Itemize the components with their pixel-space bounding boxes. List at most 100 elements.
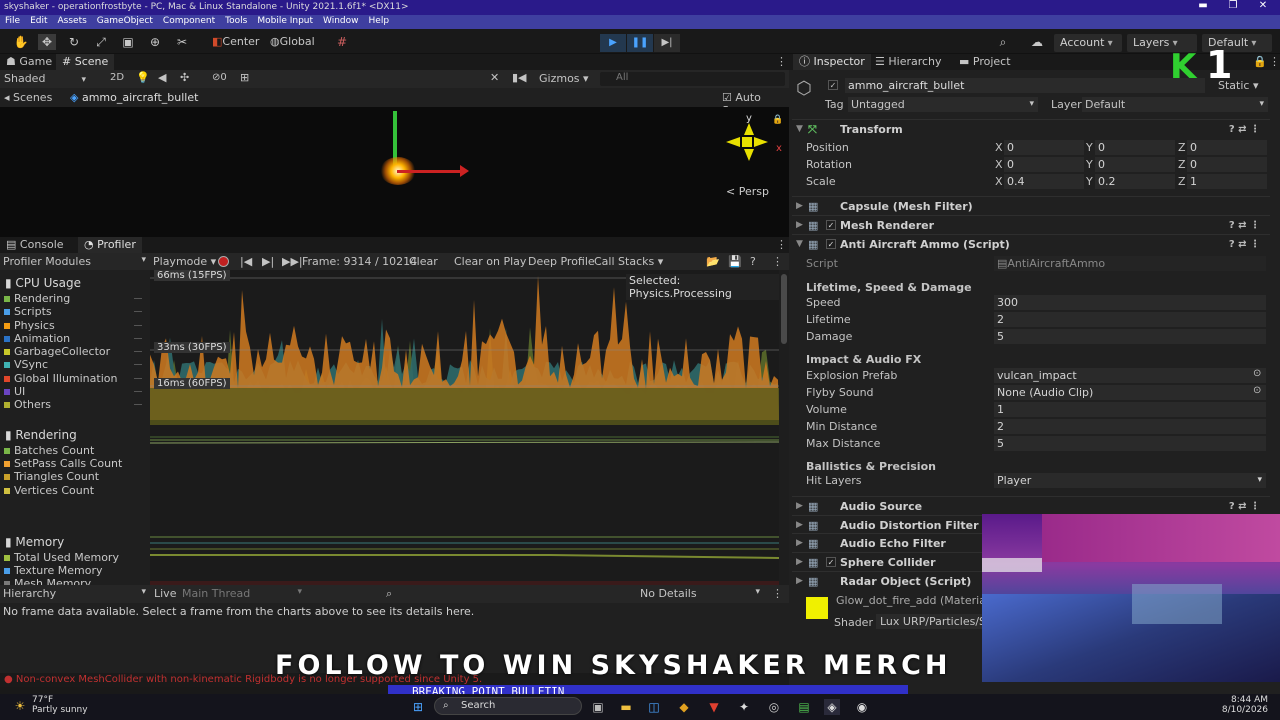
current-frame-icon[interactable]: ▶▶| [282, 255, 303, 268]
profiler-modules-dropdown[interactable]: Profiler Modules ▾ [3, 255, 148, 268]
expand-arrow-icon[interactable]: ▼ [796, 235, 803, 254]
app-icon-1[interactable]: ◆ [676, 699, 692, 715]
play-button[interactable]: ▶ [600, 34, 626, 52]
category-toggle[interactable] [134, 324, 142, 326]
gizmos-dropdown[interactable]: Gizmos ▾ [539, 72, 589, 85]
tab-console[interactable]: ▤ Console [0, 237, 70, 253]
menu-tools[interactable]: Tools [220, 15, 252, 29]
material-name[interactable]: Glow_dot_fire_add (Material) [836, 594, 993, 607]
step-button[interactable]: ▶| [654, 34, 680, 52]
deep-profile-button[interactable]: Deep Profile [528, 255, 595, 268]
rendering-category-item[interactable]: Vertices Count [0, 484, 150, 497]
gizmo-neg-y-cone-icon[interactable] [744, 149, 754, 161]
account-dropdown[interactable]: Account [1054, 34, 1122, 52]
transform-y-field[interactable]: 0 [1095, 140, 1175, 155]
object-picker-icon[interactable]: ⊙ [1253, 385, 1261, 396]
help-icon[interactable]: ? [750, 255, 756, 268]
static-dropdown[interactable]: Static ▾ [1218, 79, 1258, 92]
expand-arrow-icon[interactable]: ▶ [796, 553, 803, 572]
cloud-icon[interactable]: ☁ [1028, 34, 1046, 50]
field-value[interactable]: 300 [994, 295, 1266, 310]
inspector-menu-icon[interactable]: ⋮ [1263, 54, 1280, 70]
tab-game[interactable]: ☗ Game [0, 54, 58, 70]
tools-icon[interactable]: ✕ [490, 71, 499, 84]
rendering-title[interactable]: ▮ Rendering [0, 426, 150, 444]
scene-search-input[interactable]: All [600, 72, 785, 86]
lighting-icon[interactable]: 💡 [136, 71, 150, 84]
clock-date[interactable]: 8/10/2026 [1210, 705, 1268, 715]
component-controls-icon[interactable]: ? ⇄ ⋮ [1229, 120, 1260, 139]
cpu-category-item[interactable]: UI [0, 385, 150, 398]
view-dropdown[interactable]: Hierarchy ▾ [3, 587, 148, 600]
transform-y-field[interactable]: 0 [1095, 157, 1175, 172]
cpu-category-item[interactable]: GarbageCollector [0, 345, 150, 358]
hierarchy-search-icon[interactable]: ⌕ [386, 587, 392, 601]
category-toggle[interactable] [134, 311, 142, 313]
custom-tool-icon[interactable]: ✂ [173, 34, 191, 50]
component-row[interactable]: ▶ ▦ Audio Source? ⇄ ⋮ [792, 496, 1270, 515]
call-stacks-dropdown[interactable]: Call Stacks ▾ [594, 255, 663, 268]
minimize-button[interactable]: ▬ [1188, 0, 1218, 15]
transform-x-field[interactable]: 0.4 [1004, 174, 1084, 189]
tab-profiler[interactable]: ◔ Profiler [78, 237, 142, 253]
cpu-category-item[interactable]: Global Illumination [0, 372, 150, 385]
category-toggle[interactable] [134, 391, 142, 393]
persp-toggle[interactable]: < Persp [726, 185, 769, 198]
component-enabled-checkbox[interactable]: ✓ [826, 557, 836, 567]
object-name-field[interactable]: ammo_aircraft_bullet [845, 78, 1205, 93]
record-icon[interactable] [218, 256, 229, 267]
hand-tool-icon[interactable]: ✋ [12, 34, 30, 50]
field-value[interactable]: None (Audio Clip) [994, 385, 1266, 400]
scale-tool-icon[interactable]: ⤢ [92, 34, 110, 50]
object-picker-icon[interactable]: ⊙ [1253, 368, 1261, 379]
rendering-memory-charts[interactable] [150, 425, 779, 585]
rotate-tool-icon[interactable]: ↻ [65, 34, 83, 50]
category-toggle[interactable] [134, 298, 142, 299]
field-value[interactable]: 2 [994, 312, 1266, 327]
gizmo-neg-x-cone-icon[interactable] [726, 137, 740, 147]
next-frame-icon[interactable]: ▶| [262, 255, 274, 268]
cpu-category-item[interactable]: Animation [0, 332, 150, 345]
transform-z-field[interactable]: 0 [1187, 140, 1267, 155]
camera-icon[interactable]: ▮◀ [512, 71, 527, 84]
expand-arrow-icon[interactable]: ▶ [796, 197, 803, 216]
gizmo-y-cone-icon[interactable] [744, 123, 754, 135]
rendering-category-item[interactable]: Triangles Count [0, 470, 150, 483]
editor-icon[interactable]: ▤ [796, 699, 812, 715]
category-toggle[interactable] [134, 351, 142, 353]
first-frame-icon[interactable]: |◀ [240, 255, 252, 268]
toggle-2d-button[interactable]: 2D [110, 72, 124, 83]
orientation-gizmo[interactable]: y x 🔒 [724, 113, 784, 179]
transform-x-field[interactable]: 0 [1004, 140, 1084, 155]
start-icon[interactable]: ⊞ [410, 699, 426, 715]
maximize-button[interactable]: ❐ [1218, 0, 1248, 15]
transform-z-field[interactable]: 0 [1187, 157, 1267, 172]
grid-icon[interactable]: ⊞ [240, 71, 249, 84]
expand-arrow-icon[interactable]: ▶ [796, 572, 803, 591]
pivot-global-button[interactable]: ◍Global [270, 34, 315, 50]
layer-dropdown[interactable]: Default ▾ [1082, 97, 1268, 112]
field-value[interactable]: vulcan_impact [994, 368, 1266, 383]
field-value[interactable]: 5 [994, 436, 1266, 451]
category-toggle[interactable] [134, 364, 142, 366]
component-transform[interactable]: ▼ ⤧ Transform ? ⇄ ⋮ [792, 119, 1270, 138]
scene-viewport[interactable]: y x 🔒 < Persp [0, 107, 789, 237]
memory-title[interactable]: ▮ Memory [0, 533, 150, 551]
field-value[interactable]: 2 [994, 419, 1266, 434]
clear-on-play-button[interactable]: Clear on Play [454, 255, 526, 268]
component-enabled-checkbox[interactable]: ✓ [826, 239, 836, 249]
pivot-center-button[interactable]: ◧Center [212, 34, 259, 50]
cpu-category-item[interactable]: Scripts [0, 305, 150, 318]
explorer-icon[interactable]: ▬ [618, 699, 634, 715]
close-button[interactable]: ✕ [1248, 0, 1278, 15]
clock-time[interactable]: 8:44 AM [1210, 695, 1268, 705]
cpu-category-item[interactable]: Others [0, 398, 150, 411]
weather-text[interactable]: Partly sunny [32, 705, 88, 715]
github-icon[interactable]: ◎ [766, 699, 782, 715]
component-row[interactable]: ▼ ▦ ✓ Anti Aircraft Ammo (Script) ? ⇄ ⋮ [792, 234, 1270, 253]
audio-icon[interactable]: ◀ [158, 71, 166, 84]
expand-arrow-icon[interactable]: ▶ [796, 497, 803, 516]
shading-dropdown[interactable]: Shaded ▾ [4, 72, 86, 85]
menu-assets[interactable]: Assets [53, 15, 92, 29]
component-row[interactable]: ▶ ▦ ✓ Mesh Renderer ? ⇄ ⋮ [792, 215, 1270, 234]
